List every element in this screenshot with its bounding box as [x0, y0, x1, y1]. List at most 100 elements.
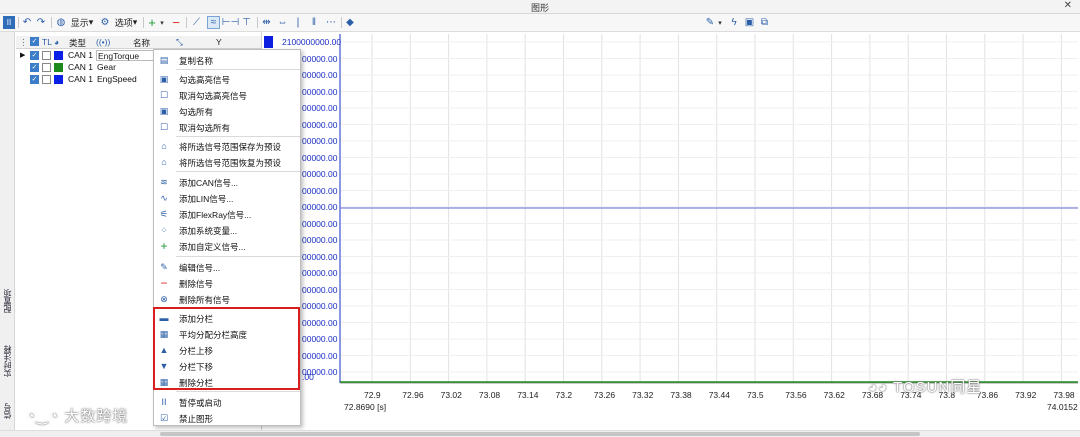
x-tick-label: 73.14: [517, 390, 539, 400]
menu-item-label: 编辑信号...: [179, 263, 221, 273]
select-all-checkbox[interactable]: ✓: [30, 37, 39, 46]
display-icon[interactable]: ◍: [55, 16, 67, 29]
cursor-b-icon[interactable]: ‖: [310, 16, 318, 29]
redo-icon[interactable]: ↷: [35, 16, 47, 29]
row-checkbox[interactable]: ✓: [30, 51, 39, 60]
menu-item[interactable]: − 删除信号: [154, 275, 300, 291]
menu-item[interactable]: ≋ 添加CAN信号...: [154, 174, 300, 190]
menu-item[interactable]: ⚟ 添加FlexRay信号...: [154, 206, 300, 222]
menu-item[interactable]: ▣ 勾选高亮信号: [154, 71, 300, 87]
menu-item-label: 删除信号: [179, 279, 214, 289]
add-icon[interactable]: +: [146, 15, 158, 30]
menu-item[interactable]: ⌂ 将所选信号范围恢复为预设: [154, 154, 300, 170]
x-tick-label: 73.62: [823, 390, 845, 400]
pause-icon[interactable]: II: [3, 16, 15, 29]
fit-height-icon[interactable]: ⊤: [240, 16, 253, 29]
menu-item[interactable]: ✎ 编辑信号...: [154, 259, 300, 275]
menu-separator: [176, 256, 300, 257]
menu-item[interactable]: ∿ 添加LIN信号...: [154, 190, 300, 206]
pencil-icon: ✎: [160, 262, 168, 272]
menu-item[interactable]: ☐ 取消勾选所有: [154, 119, 300, 135]
x-tick-label: 73.5: [747, 390, 764, 400]
wrench-dropdown-icon[interactable]: ▾: [716, 16, 724, 29]
menu-item[interactable]: ⊗ 删除所有信号: [154, 291, 300, 307]
x-tick-label: 73.44: [708, 390, 730, 400]
empty-square-icon: ☐: [159, 90, 169, 100]
menu-item[interactable]: ☑ 禁止图形: [154, 410, 300, 426]
chevron-down-icon[interactable]: ▾: [158, 16, 166, 29]
more-icon[interactable]: ⋯: [324, 16, 338, 29]
can-icon: ≋: [160, 177, 168, 187]
x-tick-label: 73.92: [1015, 390, 1037, 400]
column-options-icon[interactable]: ⋮: [19, 37, 28, 48]
row-tl-checkbox[interactable]: [42, 75, 51, 84]
tab-config[interactable]: 配置项: [1, 270, 14, 332]
window-title-bar: 图形 ✕: [0, 0, 1080, 14]
menu-item[interactable]: ⌂ 将所选信号范围保存为预设: [154, 138, 300, 154]
row-tl-checkbox[interactable]: [42, 51, 51, 60]
graph-area[interactable]: [262, 32, 1080, 430]
graph-svg[interactable]: [262, 32, 1080, 430]
row-tl-checkbox[interactable]: [42, 63, 51, 72]
cursor-a-icon[interactable]: ❘: [294, 16, 302, 29]
row-name[interactable]: EngTorque: [96, 50, 158, 61]
eraser-icon[interactable]: ◆: [344, 16, 356, 29]
expand-icon[interactable]: ⇹: [261, 16, 272, 29]
window-title: 图形: [530, 3, 549, 13]
y-tick-label: 00000.00: [302, 268, 338, 278]
x-tick-label: 73.98: [1053, 390, 1075, 400]
menu-item[interactable]: ⁘ 添加系统变量...: [154, 222, 300, 238]
row-checkbox[interactable]: ✓: [30, 63, 39, 72]
window-icon[interactable]: ▣: [744, 16, 755, 29]
menu-item-label: 暂停或启动: [179, 398, 222, 408]
menu-item[interactable]: + 添加自定义信号...: [154, 238, 300, 254]
wechat-logo-icon: ◕◕: [868, 379, 894, 396]
lightning-icon[interactable]: ϟ: [729, 16, 739, 29]
menu-separator: [176, 391, 300, 392]
header-y[interactable]: Y: [216, 37, 222, 47]
gear-icon[interactable]: ⚙: [99, 16, 111, 29]
row-type: CAN 1: [68, 74, 94, 84]
y-tick-label: 00000.00: [302, 70, 338, 80]
signal-icon: ((•)): [96, 37, 111, 47]
menu-item[interactable]: ▣ 勾选所有: [154, 103, 300, 119]
menu-item[interactable]: ▤ 复制名称: [154, 52, 300, 68]
x-tick-label: 73.08: [478, 390, 501, 400]
row-color-swatch[interactable]: [54, 51, 63, 60]
wave-icon[interactable]: ≈: [207, 16, 220, 29]
menu-item-label: 复制名称: [179, 56, 214, 66]
remove-icon[interactable]: −: [170, 15, 182, 30]
scrollbar-thumb[interactable]: [160, 432, 920, 436]
menu-separator: [176, 136, 300, 137]
row-color-swatch[interactable]: [54, 63, 63, 72]
y-tick-label: 00000.00: [302, 334, 338, 344]
horizontal-scrollbar[interactable]: [0, 430, 1080, 437]
row-name[interactable]: EngSpeed: [97, 74, 137, 84]
header-name[interactable]: 名称: [133, 37, 150, 49]
header-type[interactable]: 类型: [69, 37, 86, 49]
tab-annotation[interactable]: 实时注释: [1, 332, 14, 390]
y-axis-selector[interactable]: [264, 36, 273, 48]
color-header-icon: ◕: [54, 37, 60, 47]
menu-item-label: 添加LIN信号...: [179, 194, 234, 204]
undo-icon[interactable]: ↶: [21, 16, 33, 29]
line-chart-icon[interactable]: ⟋: [190, 16, 203, 29]
tab-signals[interactable]: 信号: [1, 392, 14, 430]
close-icon[interactable]: ✕: [1064, 0, 1072, 11]
y-tick-label: 00000.00: [302, 86, 338, 97]
collapse-icon[interactable]: ⇔: [277, 16, 288, 29]
header-tl[interactable]: TL: [42, 37, 52, 47]
y-tick-label: 00000.00: [302, 53, 338, 64]
menu-item[interactable]: II 暂停或启动: [154, 394, 300, 410]
check-square-icon: ▣: [159, 106, 169, 116]
wrench-icon[interactable]: ✎: [704, 16, 716, 29]
row-color-swatch[interactable]: [54, 75, 63, 84]
menu-item[interactable]: ☐ 取消勾选高亮信号: [154, 87, 300, 103]
row-checkbox[interactable]: ✓: [30, 75, 39, 84]
row-name[interactable]: Gear: [97, 62, 116, 72]
export-icon[interactable]: ⧉: [759, 16, 770, 29]
fit-width-icon[interactable]: ⊢⊣: [222, 16, 239, 29]
options-menu-button[interactable]: 选项 ▾: [112, 16, 140, 29]
display-menu-button[interactable]: 显示 ▾: [68, 16, 96, 29]
menu-item-label: 禁止图形: [179, 414, 214, 424]
